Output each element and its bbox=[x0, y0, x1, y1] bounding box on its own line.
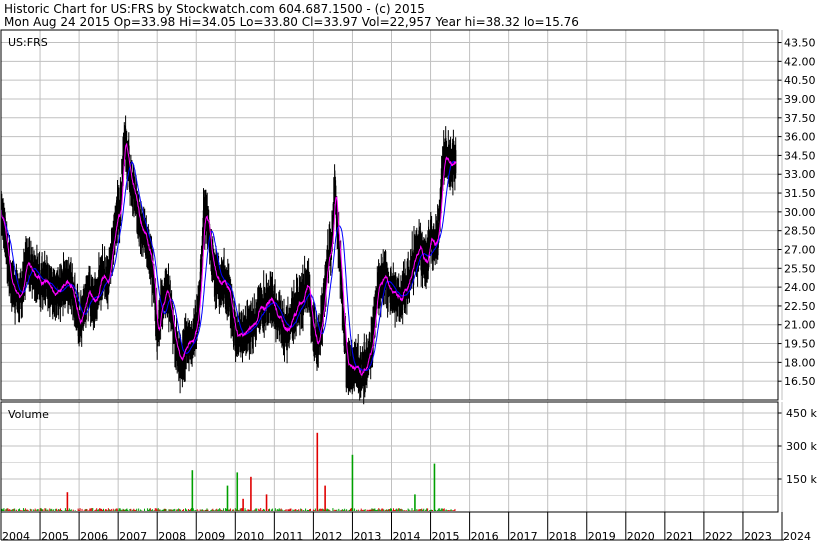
price-y-tick-label: 16.50 bbox=[784, 375, 816, 388]
x-tick-label: 2017 bbox=[510, 530, 538, 543]
volume-y-tick-label: 450 k bbox=[786, 407, 817, 420]
x-tick-label: 2015 bbox=[432, 530, 460, 543]
volume-y-tick-label: 150 k bbox=[786, 473, 817, 486]
price-y-tick-label: 40.50 bbox=[784, 74, 816, 87]
x-tick-label: 2005 bbox=[41, 530, 69, 543]
chart-header-line1: Historic Chart for US:FRS by Stockwatch.… bbox=[4, 2, 425, 16]
price-y-tick-label: 19.50 bbox=[784, 338, 816, 351]
price-y-tick-label: 36.00 bbox=[784, 131, 816, 144]
x-tick-label: 2008 bbox=[158, 530, 186, 543]
price-y-tick-label: 25.50 bbox=[784, 262, 816, 275]
x-tick-label: 2006 bbox=[80, 530, 108, 543]
price-y-tick-label: 31.50 bbox=[784, 187, 816, 200]
x-tick-label: 2013 bbox=[353, 530, 381, 543]
x-tick-label: 2019 bbox=[588, 530, 616, 543]
x-tick-label: 2021 bbox=[666, 530, 694, 543]
price-panel-title: US:FRS bbox=[8, 36, 48, 49]
price-y-tick-label: 43.50 bbox=[784, 37, 816, 50]
price-y-tick-label: 22.50 bbox=[784, 300, 816, 313]
x-tick-label: 2011 bbox=[275, 530, 303, 543]
price-y-tick-label: 28.50 bbox=[784, 225, 816, 238]
x-tick-label: 2023 bbox=[744, 530, 772, 543]
price-y-tick-label: 18.00 bbox=[784, 356, 816, 369]
x-tick-label: 2020 bbox=[627, 530, 655, 543]
x-tick-label: 2004 bbox=[2, 530, 30, 543]
x-tick-label: 2022 bbox=[705, 530, 733, 543]
price-y-tick-label: 21.00 bbox=[784, 319, 816, 332]
price-y-tick-label: 37.50 bbox=[784, 112, 816, 125]
price-y-tick-label: 27.00 bbox=[784, 243, 816, 256]
price-y-tick-label: 39.00 bbox=[784, 93, 816, 106]
volume-y-tick-labels: 450 k 300 k 150 k bbox=[786, 407, 817, 486]
x-tick-label: 2024 bbox=[783, 530, 811, 543]
x-tick-label: 2018 bbox=[549, 530, 577, 543]
x-tick-labels: 2004 2005 2006 2007 2008 2009 2010 2011 2012 2013… bbox=[2, 530, 811, 543]
price-y-tick-label: 24.00 bbox=[784, 281, 816, 294]
x-tick-label: 2012 bbox=[314, 530, 342, 543]
price-y-tick-label: 42.00 bbox=[784, 55, 816, 68]
x-tick-label: 2016 bbox=[471, 530, 499, 543]
volume-panel-title: Volume bbox=[8, 408, 49, 421]
x-tick-label: 2010 bbox=[236, 530, 264, 543]
chart-header-line2: Mon Aug 24 2015 Op=33.98 Hi=34.05 Lo=33.… bbox=[4, 15, 579, 29]
price-y-tick-label: 34.50 bbox=[784, 149, 816, 162]
x-tick-label: 2009 bbox=[197, 530, 225, 543]
x-tick-label: 2014 bbox=[393, 530, 421, 543]
x-tick-label: 2007 bbox=[119, 530, 147, 543]
price-y-tick-label: 33.00 bbox=[784, 168, 816, 181]
price-y-tick-label: 30.00 bbox=[784, 206, 816, 219]
volume-y-tick-label: 300 k bbox=[786, 440, 817, 453]
stock-chart: Historic Chart for US:FRS by Stockwatch.… bbox=[0, 0, 830, 543]
